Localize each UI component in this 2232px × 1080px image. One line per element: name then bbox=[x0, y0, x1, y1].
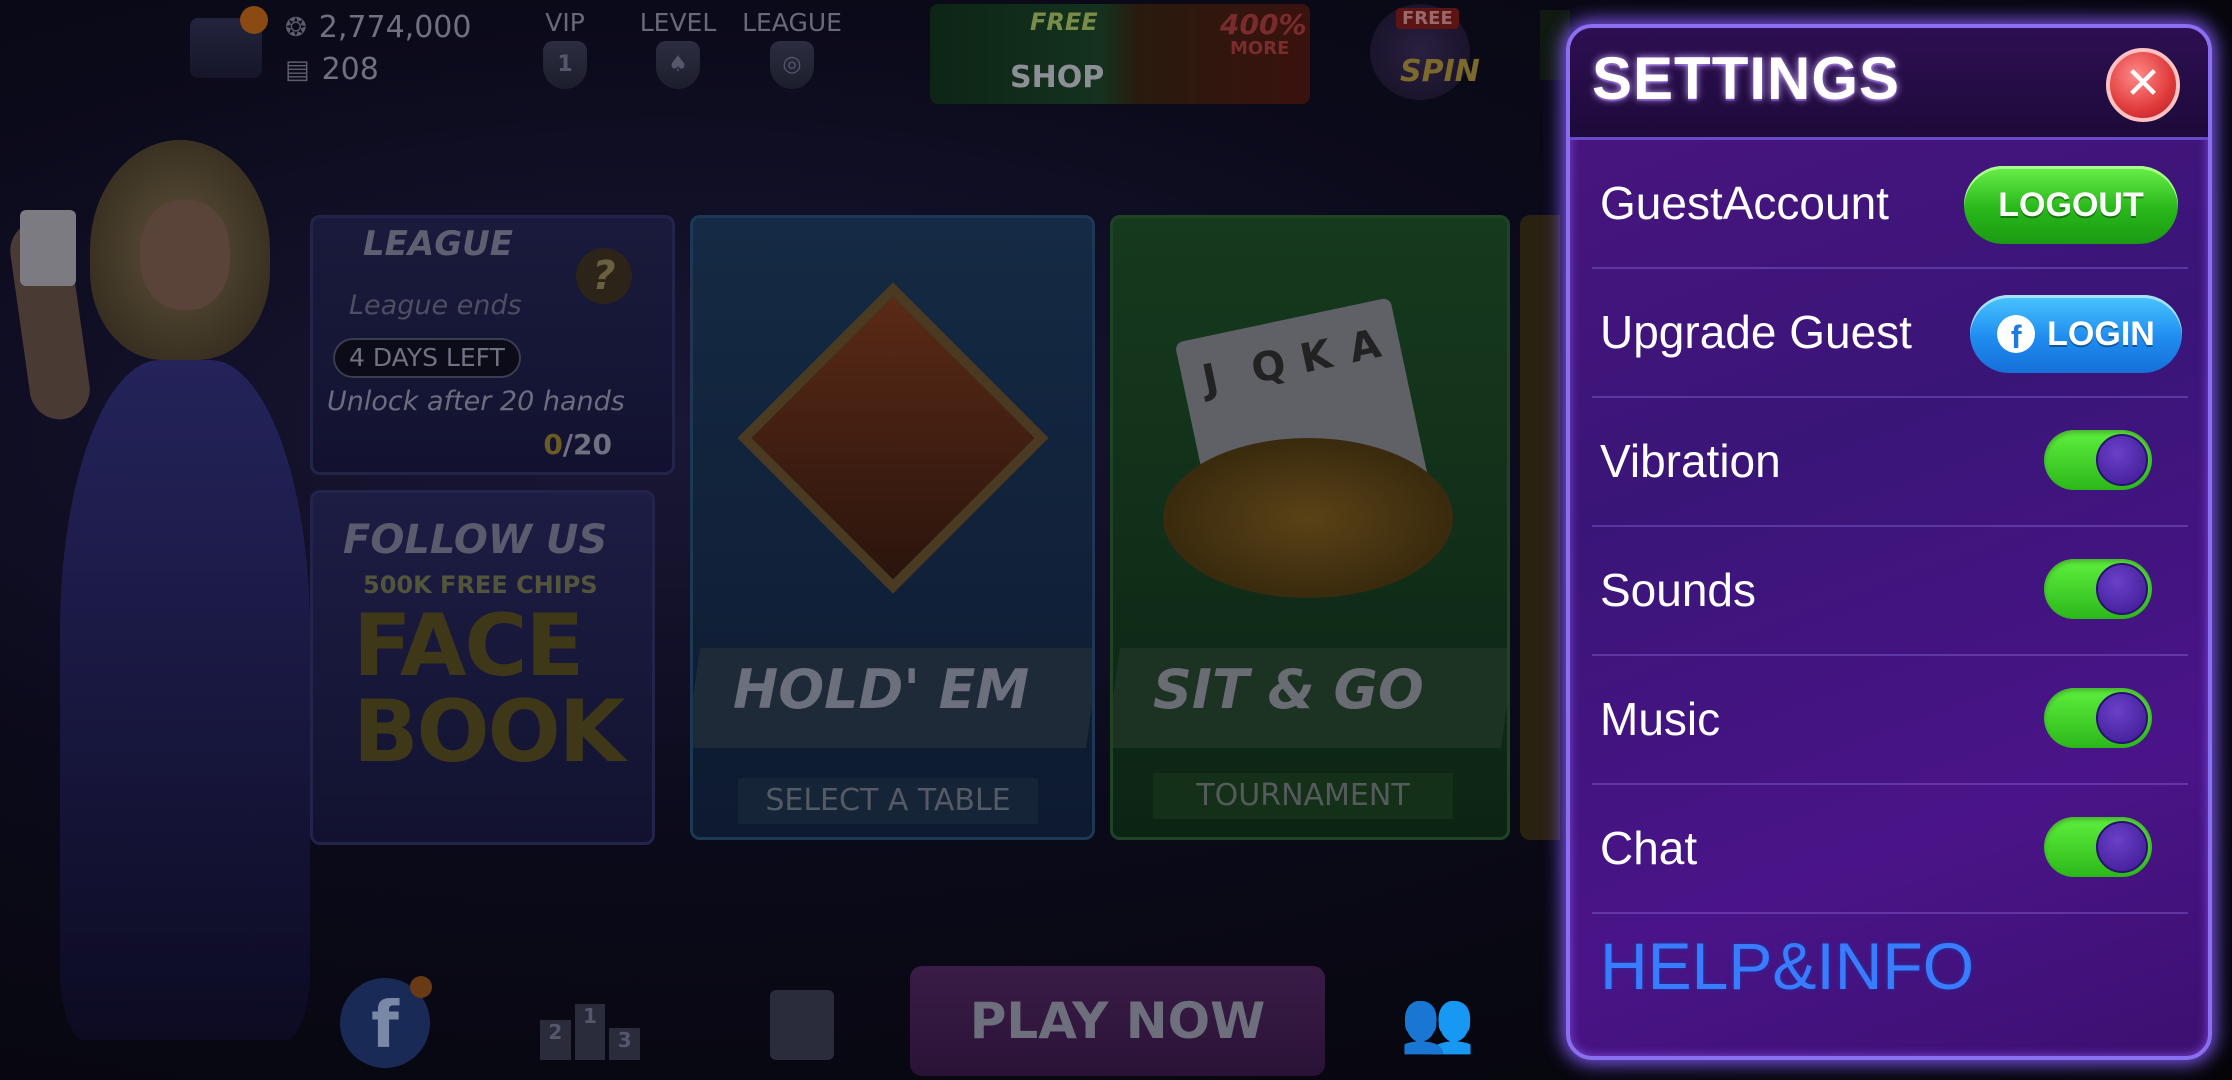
upgrade-guest-row: Upgrade Guest f LOGIN bbox=[1592, 269, 2188, 398]
chip-balance: ❂ 2,774,000 bbox=[285, 10, 471, 45]
holdem-sub-label: SELECT A TABLE bbox=[738, 778, 1038, 824]
leaderboard-icon[interactable]: 2 1 3 bbox=[540, 1000, 641, 1060]
league-badge-icon: ◎ bbox=[770, 41, 814, 89]
trophy-ring-icon bbox=[1163, 438, 1453, 598]
spin-label: SPIN bbox=[1400, 54, 1480, 89]
play-now-button[interactable]: PLAY NOW bbox=[910, 966, 1325, 1076]
chips-icon: ❂ bbox=[285, 12, 307, 43]
bonus-percent: 400% bbox=[1220, 8, 1307, 41]
ticket-icon: ▤ bbox=[285, 54, 310, 85]
chat-row: Chat bbox=[1592, 785, 2188, 914]
login-label: LOGIN bbox=[2047, 314, 2155, 353]
shop-free-label: FREE bbox=[1030, 8, 1098, 36]
days-left-badge: 4 DAYS LEFT bbox=[333, 338, 521, 378]
bottom-bar: f 2 1 3 PLAY NOW 👥 bbox=[300, 960, 1560, 1080]
ticket-balance: ▤ 208 bbox=[285, 52, 379, 87]
sitgo-label: SIT & GO bbox=[1153, 658, 1424, 721]
level-label: LEVEL bbox=[639, 8, 717, 37]
top-bar: ❂ 2,774,000 ▤ 208 VIP 1 LEVEL ♠ LEAGUE ◎… bbox=[0, 0, 1570, 110]
ticket-count: 208 bbox=[321, 52, 379, 87]
help-and-info-link[interactable]: HELP&INFO bbox=[1600, 928, 1974, 1004]
league-button[interactable]: LEAGUE ◎ bbox=[732, 8, 852, 89]
next-mode-card[interactable] bbox=[1520, 215, 1560, 840]
sounds-label: Sounds bbox=[1600, 564, 1757, 616]
music-row: Music bbox=[1592, 656, 2188, 785]
free-spin-button[interactable]: FREE SPIN bbox=[1370, 4, 1480, 100]
facebook-icon: f bbox=[1997, 315, 2036, 355]
spin-free-badge: FREE bbox=[1396, 8, 1459, 29]
guest-account-row: GuestAccount LOGOUT bbox=[1592, 140, 2188, 269]
league-card[interactable]: LEAGUE ? League ends 4 DAYS LEFT Unlock … bbox=[310, 215, 675, 475]
facebook-icon[interactable]: f bbox=[340, 976, 432, 1068]
music-label: Music bbox=[1600, 693, 1721, 745]
holdem-emblem-icon bbox=[737, 282, 1049, 594]
sit-and-go-card[interactable]: JQKA SIT & GO TOURNAMENT bbox=[1110, 215, 1510, 840]
level-badge-icon: ♠ bbox=[656, 41, 700, 89]
shop-label: SHOP bbox=[1010, 60, 1105, 95]
upgrade-guest-label: Upgrade Guest bbox=[1600, 306, 1912, 358]
holdem-label: HOLD' EM bbox=[733, 658, 1030, 721]
league-card-title: LEAGUE bbox=[363, 224, 513, 264]
league-ends-text: League ends bbox=[349, 290, 522, 321]
league-label: LEAGUE bbox=[742, 8, 842, 37]
sounds-row: Sounds bbox=[1592, 527, 2188, 656]
gift-icon[interactable] bbox=[770, 990, 834, 1060]
logout-label: LOGOUT bbox=[1998, 185, 2144, 224]
close-button[interactable]: ✕ bbox=[2106, 48, 2180, 122]
follow-us-card[interactable]: FOLLOW US 500K FREE CHIPS FACE BOOK bbox=[310, 490, 655, 845]
unlock-text: Unlock after 20 hands bbox=[327, 386, 625, 417]
notification-dot bbox=[240, 6, 268, 34]
sitgo-sub-label: TOURNAMENT bbox=[1153, 773, 1453, 819]
hostess-illustration bbox=[6, 130, 340, 1040]
shop-button[interactable]: FREE SHOP 400% MORE bbox=[930, 4, 1310, 104]
vip-button[interactable]: VIP 1 bbox=[505, 8, 625, 89]
sounds-toggle[interactable] bbox=[2044, 559, 2152, 619]
vip-badge-icon: 1 bbox=[543, 41, 587, 89]
guest-account-label: GuestAccount bbox=[1600, 177, 1889, 229]
chip-count: 2,774,000 bbox=[318, 10, 472, 45]
facebook-login-button[interactable]: f LOGIN bbox=[1970, 295, 2182, 373]
close-icon: ✕ bbox=[2124, 58, 2162, 109]
friends-icon[interactable]: 👥 bbox=[1400, 986, 1480, 1057]
settings-header: SETTINGS ✕ bbox=[1570, 28, 2208, 140]
holdem-card[interactable]: HOLD' EM SELECT A TABLE bbox=[690, 215, 1095, 840]
facebook-brand-logo: FACE BOOK bbox=[353, 596, 625, 782]
logout-button[interactable]: LOGOUT bbox=[1964, 166, 2178, 244]
settings-title: SETTINGS bbox=[1592, 45, 1901, 112]
bonus-more-label: MORE bbox=[1230, 38, 1290, 59]
vip-label: VIP bbox=[545, 8, 585, 37]
hand-progress: 0/20 bbox=[543, 428, 612, 461]
follow-subtitle: 500K FREE CHIPS bbox=[363, 571, 598, 599]
help-question-icon[interactable]: ? bbox=[576, 248, 632, 304]
follow-title: FOLLOW US bbox=[343, 517, 608, 563]
chat-toggle[interactable] bbox=[2044, 817, 2152, 877]
vibration-row: Vibration bbox=[1592, 398, 2188, 527]
vibration-label: Vibration bbox=[1600, 435, 1781, 487]
level-button[interactable]: LEVEL ♠ bbox=[618, 8, 738, 89]
chat-label: Chat bbox=[1600, 822, 1698, 874]
settings-panel: SETTINGS ✕ GuestAccount LOGOUT Upgrade G… bbox=[1566, 24, 2212, 1060]
vibration-toggle[interactable] bbox=[2044, 430, 2152, 490]
music-toggle[interactable] bbox=[2044, 688, 2152, 748]
